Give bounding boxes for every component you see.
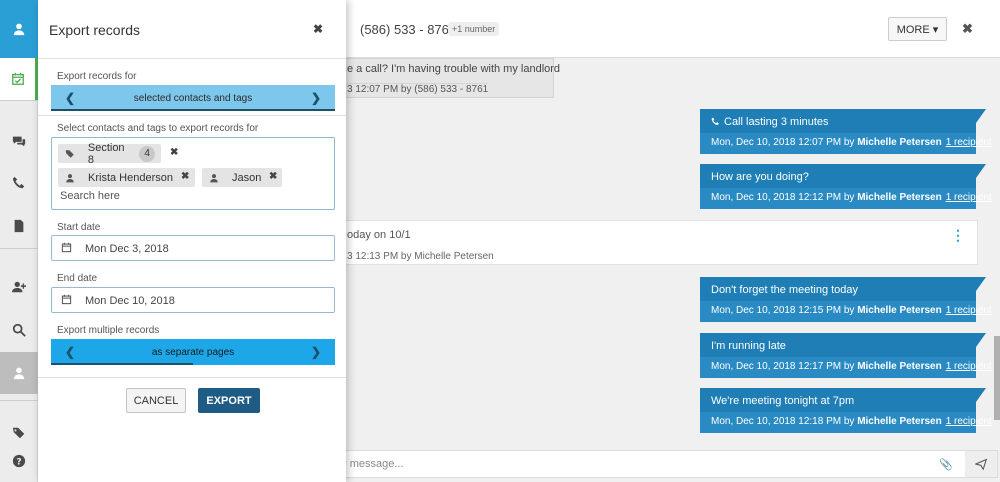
contact-phone: (586) 533 - 8761 (360, 22, 457, 37)
multiple-records-label: Export multiple records (57, 325, 160, 336)
calendar-icon (61, 242, 72, 256)
calendar-check-icon[interactable] (0, 58, 38, 100)
start-date-field[interactable]: Mon Dec 3, 2018 (51, 235, 335, 261)
remove-icon[interactable]: ✖ (181, 171, 189, 182)
outgoing-message: Don't forget the meeting today Mon, Dec … (700, 277, 992, 322)
phone-icon[interactable] (0, 162, 38, 204)
recipients-link[interactable]: 1 recipient (946, 416, 992, 427)
message-meta: Mon, Dec 10, 2018 12:17 PM by Michelle P… (700, 357, 992, 378)
document-icon[interactable] (0, 205, 38, 247)
remove-icon[interactable]: ✖ (170, 147, 178, 158)
add-user-icon[interactable] (0, 266, 38, 308)
message-input[interactable]: r message... (343, 458, 404, 470)
number-badge[interactable]: +1 number (448, 22, 500, 36)
tag-chip: Section 8 4 (58, 142, 161, 166)
tag-icon (64, 148, 76, 160)
calendar-icon (61, 294, 72, 308)
message-text: We're meeting tonight at 7pm (711, 395, 855, 407)
message-text: Call lasting 3 minutes (711, 116, 829, 128)
start-date-value: Mon Dec 3, 2018 (85, 243, 169, 255)
phone-icon (711, 117, 719, 125)
outgoing-message: I'm running late Mon, Dec 10, 2018 12:17… (700, 333, 992, 378)
chevron-right-icon[interactable]: ❯ (311, 345, 321, 359)
picker-value: selected contacts and tags (133, 93, 253, 104)
outgoing-message: We're meeting tonight at 7pm Mon, Dec 10… (700, 388, 992, 433)
outgoing-message: Call lasting 3 minutes Mon, Dec 10, 2018… (700, 109, 992, 154)
scrollbar-thumb[interactable] (994, 336, 1000, 420)
end-date-label: End date (57, 273, 98, 284)
recipients-link[interactable]: 1 recipient (946, 305, 992, 316)
select-label: Select contacts and tags to export recor… (57, 123, 259, 134)
cancel-button[interactable]: CANCEL (126, 388, 186, 413)
picker-value: as separate pages (151, 347, 235, 358)
message-text: Don't forget the meeting today (711, 284, 859, 296)
message-meta: 3 12:07 PM by (586) 533 - 8761 (347, 83, 489, 95)
user-icon (64, 172, 76, 184)
message-text: How are you doing? (711, 171, 809, 183)
message-text: I'm running late (711, 340, 786, 352)
message-meta: Mon, Dec 10, 2018 12:12 PM by Michelle P… (700, 188, 992, 209)
message-meta: Mon, Dec 10, 2018 12:07 PM by Michelle P… (700, 133, 992, 154)
incoming-message: e a call? I'm having trouble with my lan… (338, 58, 560, 98)
help-icon[interactable]: ? (0, 440, 38, 482)
user-icon[interactable] (0, 0, 38, 58)
svg-text:?: ? (16, 458, 21, 468)
send-icon (975, 458, 987, 470)
recipients-link[interactable]: 1 recipient (946, 361, 992, 372)
chat-icon[interactable] (0, 120, 38, 162)
message-meta: Mon, Dec 10, 2018 12:18 PM by Michelle P… (700, 412, 992, 433)
tag-selector[interactable]: Section 8 4 ✖ Krista Henderson ✖ Jason ✖… (51, 137, 335, 210)
end-date-field[interactable]: Mon Dec 10, 2018 (51, 287, 335, 313)
export-for-label: Export records for (57, 71, 137, 82)
export-button[interactable]: EXPORT (198, 388, 260, 413)
panel-title: Export records (49, 22, 141, 38)
note-meta: 3 12:13 PM by Michelle Petersen (347, 251, 494, 262)
more-vertical-icon[interactable]: ⋮ (951, 227, 965, 244)
end-date-value: Mon Dec 10, 2018 (85, 295, 175, 307)
search-input[interactable]: Search here (60, 190, 120, 202)
recipients-link[interactable]: 1 recipient (946, 137, 992, 148)
attachment-icon[interactable]: 📎 (939, 458, 953, 471)
message-meta: Mon, Dec 10, 2018 12:15 PM by Michelle P… (700, 301, 992, 322)
close-icon[interactable]: ✖ (962, 21, 973, 37)
send-button[interactable] (965, 451, 997, 477)
user-icon (208, 172, 220, 184)
left-rail: ? (0, 0, 38, 482)
recipients-link[interactable]: 1 recipient (946, 192, 992, 203)
note-text: oday on 10/1 (347, 229, 411, 241)
user-icon[interactable] (0, 352, 38, 394)
export-records-panel: Export records ✖ Export records for ❮ se… (38, 0, 346, 482)
search-icon[interactable] (0, 309, 38, 351)
note-message: oday on 10/1 3 12:13 PM by Michelle Pete… (338, 220, 978, 265)
export-for-picker[interactable]: ❮ selected contacts and tags ❯ (51, 85, 335, 111)
count-badge: 4 (139, 145, 155, 162)
message-composer[interactable]: r message... 📎 (338, 450, 998, 478)
more-button[interactable]: MORE ▾ (888, 17, 947, 41)
start-date-label: Start date (57, 222, 101, 233)
remove-icon[interactable]: ✖ (269, 171, 277, 182)
outgoing-message: How are you doing? Mon, Dec 10, 2018 12:… (700, 164, 992, 209)
multiple-records-picker[interactable]: ❮ as separate pages ❯ (51, 339, 335, 365)
contact-chip: Krista Henderson (58, 168, 195, 187)
close-icon[interactable]: ✖ (313, 22, 323, 36)
chevron-right-icon[interactable]: ❯ (311, 91, 321, 105)
message-text: e a call? I'm having trouble with my lan… (347, 63, 561, 75)
